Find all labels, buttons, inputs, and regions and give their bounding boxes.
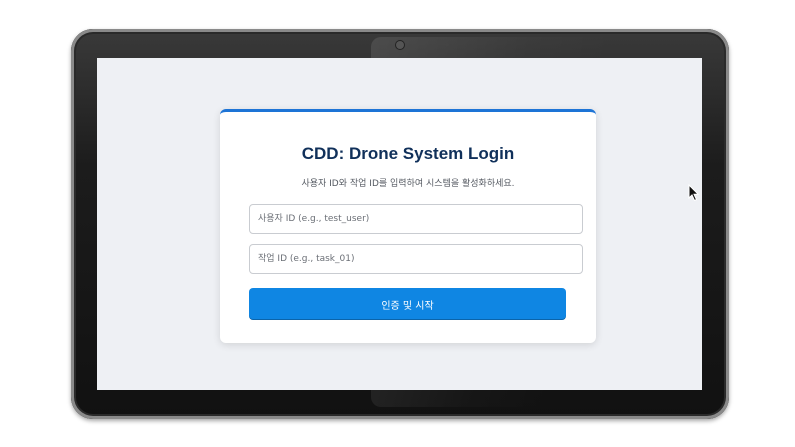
sensor-icon [445, 43, 449, 46]
screen: CDD: Drone System Login 사용자 ID와 작업 ID를 입… [97, 58, 702, 390]
task-id-input[interactable] [249, 244, 583, 274]
login-card: CDD: Drone System Login 사용자 ID와 작업 ID를 입… [220, 109, 596, 343]
auth-start-button[interactable]: 인증 및 시작 [249, 288, 566, 320]
tablet-frame: CDD: Drone System Login 사용자 ID와 작업 ID를 입… [71, 29, 729, 419]
user-id-input[interactable] [249, 204, 583, 234]
camera-icon [396, 41, 404, 49]
login-subtitle: 사용자 ID와 작업 ID를 입력하여 시스템을 활성화하세요. [301, 179, 515, 189]
login-title: CDD: Drone System Login [301, 144, 515, 163]
mouse-pointer-icon [688, 184, 700, 202]
